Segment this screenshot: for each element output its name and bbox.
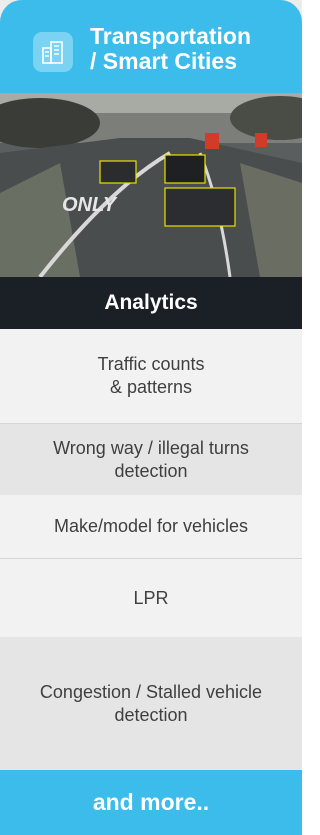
list-item: Make/model for vehicles bbox=[0, 495, 302, 558]
list-item: Wrong way / illegal turns detection bbox=[0, 424, 302, 495]
more-footer: and more.. bbox=[0, 770, 302, 835]
city-buildings-icon bbox=[33, 32, 73, 72]
analytics-list: Traffic counts & patterns Wrong way / il… bbox=[0, 329, 302, 770]
analytics-heading: Analytics bbox=[0, 277, 302, 329]
traffic-camera-image: ONLY bbox=[0, 93, 302, 277]
list-item: Congestion / Stalled vehicle detection bbox=[0, 637, 302, 770]
list-item: Traffic counts & patterns bbox=[0, 329, 302, 423]
list-item: LPR bbox=[0, 559, 302, 637]
card-header: Transportation / Smart Cities bbox=[0, 0, 302, 93]
card-title: Transportation / Smart Cities bbox=[90, 23, 252, 74]
road-marking-text: ONLY bbox=[62, 194, 118, 216]
use-case-card: Transportation / Smart Cities ONLY Analy… bbox=[0, 0, 302, 835]
